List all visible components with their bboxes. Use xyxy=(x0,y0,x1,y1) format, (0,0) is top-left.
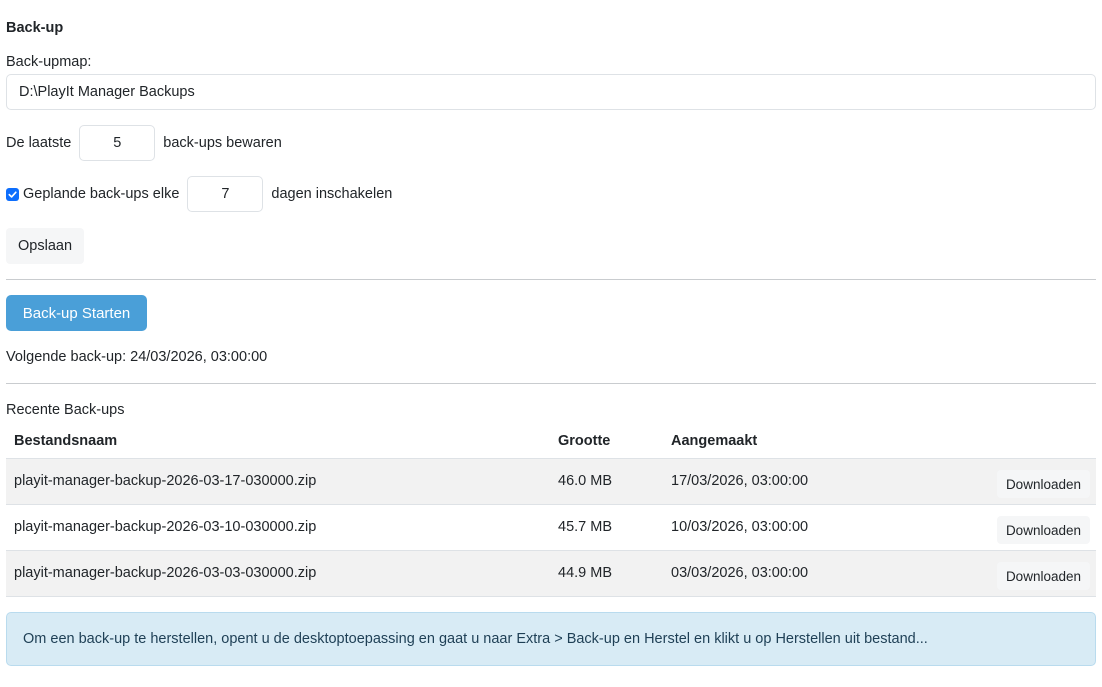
restore-info-alert: Om een back-up te herstellen, opent u de… xyxy=(6,612,1096,666)
backup-filename: playit-manager-backup-2026-03-10-030000.… xyxy=(6,504,550,551)
backup-filename: playit-manager-backup-2026-03-03-030000.… xyxy=(6,550,550,597)
schedule-days-input[interactable] xyxy=(187,176,264,212)
schedule-prefix-label: Geplande back-ups elke xyxy=(23,186,180,202)
backup-actions: Downloaden xyxy=(917,550,1096,597)
backup-size: 44.9 MB xyxy=(550,550,663,597)
download-button[interactable]: Downloaden xyxy=(996,470,1090,498)
backup-actions: Downloaden xyxy=(917,458,1096,505)
next-backup-text: Volgende back-up: 24/03/2026, 03:00:00 xyxy=(6,349,268,365)
checkmark-icon xyxy=(8,190,17,198)
table-row: playit-manager-backup-2026-03-17-030000.… xyxy=(6,458,1096,505)
keep-prefix-label: De laatste xyxy=(6,135,72,151)
restore-info-text: Om een back-up te herstellen, opent u de… xyxy=(23,631,928,647)
section-title: Back-up xyxy=(6,20,64,36)
backup-created: 03/03/2026, 03:00:00 xyxy=(663,550,918,597)
column-header-actions xyxy=(917,424,1096,459)
keep-backups-row: De laatste back-ups bewaren xyxy=(6,125,282,161)
backup-size: 45.7 MB xyxy=(550,504,663,551)
schedule-suffix-label: dagen inschakelen xyxy=(271,186,393,202)
table-row: playit-manager-backup-2026-03-03-030000.… xyxy=(6,550,1096,597)
table-row: playit-manager-backup-2026-03-10-030000.… xyxy=(6,504,1096,551)
backup-actions: Downloaden xyxy=(917,504,1096,551)
backups-table: Bestandsnaam Grootte Aangemaakt playit-m… xyxy=(6,424,1096,597)
schedule-checkbox[interactable] xyxy=(6,187,19,201)
schedule-row: Geplande back-ups elke dagen inschakelen xyxy=(6,176,392,212)
backup-created: 10/03/2026, 03:00:00 xyxy=(663,504,918,551)
recent-backups-title: Recente Back-ups xyxy=(6,402,125,418)
divider xyxy=(6,279,1096,280)
backup-size: 46.0 MB xyxy=(550,458,663,505)
download-button[interactable]: Downloaden xyxy=(996,562,1090,590)
column-header-filename: Bestandsnaam xyxy=(6,424,550,459)
start-backup-button[interactable]: Back-up Starten xyxy=(6,295,147,331)
table-header-row: Bestandsnaam Grootte Aangemaakt xyxy=(6,424,1096,459)
backup-folder-input[interactable] xyxy=(6,74,1096,110)
backup-filename: playit-manager-backup-2026-03-17-030000.… xyxy=(6,458,550,505)
download-button[interactable]: Downloaden xyxy=(996,516,1090,544)
save-button[interactable]: Opslaan xyxy=(6,228,85,264)
column-header-created: Aangemaakt xyxy=(663,424,918,459)
divider xyxy=(6,383,1096,384)
backup-created: 17/03/2026, 03:00:00 xyxy=(663,458,918,505)
keep-count-input[interactable] xyxy=(79,125,156,161)
backup-folder-label: Back-upmap: xyxy=(6,54,92,70)
column-header-size: Grootte xyxy=(550,424,663,459)
keep-suffix-label: back-ups bewaren xyxy=(163,135,282,151)
